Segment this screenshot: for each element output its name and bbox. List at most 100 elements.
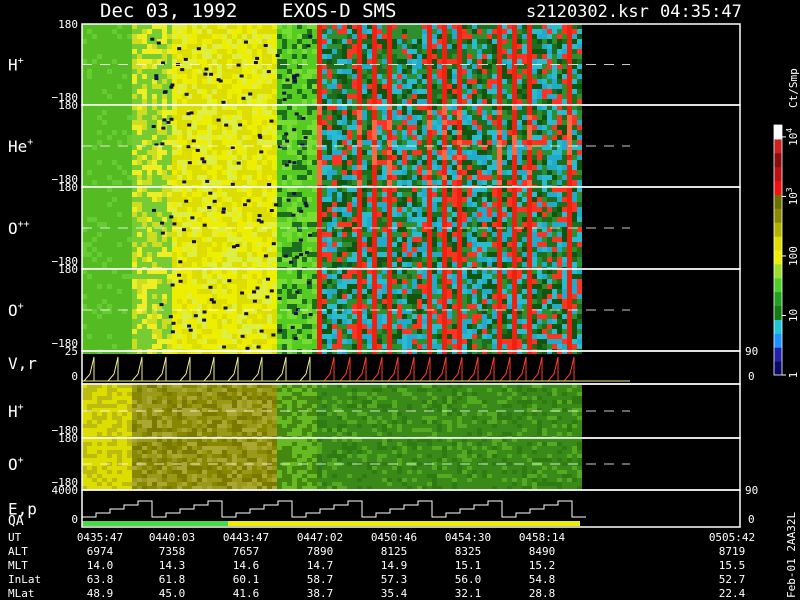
vr-trace [563,356,575,382]
ephem-value: 45.0 [159,587,186,600]
right-tick-bottom: 0 [748,513,755,526]
header-instrument: EXOS-D SMS [282,0,396,22]
vr-trace [83,356,95,382]
colorbar-segment [774,305,782,320]
ephem-value: 57.3 [381,573,408,586]
ephem-value: 8490 [529,545,556,558]
colorbar-segment [774,125,782,140]
ephem-value: 38.7 [307,587,334,600]
y-tick-top: 180 [58,99,78,112]
panel-label-sup: + [18,402,24,413]
vr-trace [355,356,367,382]
ephem-value: 8719 [719,545,746,558]
panel: O+180−180 [8,432,741,491]
ephem-value: 63.8 [87,573,114,586]
ephem-value: 0443:47 [223,531,269,544]
panel-label-sup: + [18,455,24,466]
y-tick-bottom: 0 [71,370,78,383]
panel: O+180−180 [8,263,741,354]
ephem-value: 6974 [87,545,114,558]
y-tick-top: 180 [58,18,78,31]
panels: H+180−180He+180−180O++180−180O+180−180V,… [8,18,758,529]
colorbar-tick-label: 10 [787,309,800,322]
ephem-value: 7358 [159,545,186,558]
ephem-value: 0447:02 [297,531,343,544]
colorbar: 1 10 100 103 104 Ct/Smp [773,68,800,379]
ephem-row-name: UT [8,531,22,544]
panel-label-sup: + [18,56,24,67]
ephem-value: 28.8 [529,587,556,600]
colorbar-tick-sup: 3 [785,187,794,192]
panel: He+180−180 [8,99,741,190]
panel: V,r 25 0 90 0 [8,345,758,385]
colorbar-tick-label: 100 [787,246,800,266]
colorbar-segment [774,319,782,334]
colorbar-unit: Ct/Smp [787,68,800,108]
exos-d-sms-spectrogram: Dec 03, 1992 EXOS-D SMS s2120302.ksr 04:… [8,0,800,600]
ephem-value: 7657 [233,545,260,558]
ephem-value: 61.8 [159,573,186,586]
colorbar-segment [774,277,782,293]
y-tick-top: 25 [65,345,78,358]
colorbar-segment [774,236,782,251]
panel-label: V,r [8,354,37,373]
colorbar-segment [774,194,782,209]
vr-trace [275,356,287,382]
colorbar-segment [774,250,782,265]
colorbar-tick-label: 104 [785,128,800,146]
colorbar-segment [774,180,782,195]
panel-label-sup: + [27,137,33,148]
vr-trace [371,356,383,382]
y-tick-bottom: 0 [71,513,78,526]
ephem-value: 56.0 [455,573,482,586]
qa-bar-green [82,521,228,526]
y-tick-top: 180 [58,181,78,194]
header-time: 04:35:47 [660,2,742,22]
colorbar-segment [774,208,782,223]
colorbar-segment [774,347,782,362]
ephemeris-table: UT 0435:47 0440:03 0443:47 0447:02 0450:46 045… [8,531,755,600]
panel: E,pQA40000900 [8,484,758,529]
header-file: s2120302.ksr [526,2,649,22]
vr-trace [227,356,239,382]
colorbar-segment [774,152,782,168]
vr-trace [499,356,511,382]
ephem-value: 58.7 [307,573,334,586]
ephem-value: 15.2 [529,559,556,572]
vr-trace [515,356,527,382]
vr-trace [403,356,415,382]
ephem-value: 48.9 [87,587,114,600]
colorbar-segment [774,333,782,348]
vr-trace [179,356,191,382]
right-tick-bottom: 0 [748,370,755,383]
vr-trace [251,356,263,382]
ephem-value: 22.4 [719,587,746,600]
colorbar-segment [774,138,782,154]
ephem-value: 14.0 [87,559,114,572]
vr-trace [299,356,311,382]
vr-trace [339,356,351,382]
vr-trace [131,356,143,382]
vr-trace [483,356,495,382]
ephem-row-name: ALT [8,545,28,558]
vr-trace [435,356,447,382]
vr-trace [419,356,431,382]
ephem-value: 0505:42 [709,531,755,544]
panel-frame [81,350,741,385]
colorbar-tick-label: 1 [787,372,800,379]
panel: H+180−180 [8,18,741,109]
ephem-value: 41.6 [233,587,260,600]
vr-trace [531,356,543,382]
ephem-value: 7890 [307,545,334,558]
ephem-value: 14.3 [159,559,186,572]
colorbar-tick-sup: 4 [785,128,794,133]
vr-trace [323,356,335,382]
ephem-value: 54.8 [529,573,556,586]
colorbar-segment [774,263,782,279]
panel-label-sup: ++ [18,219,30,230]
colorbar-tick-label: 103 [785,187,800,205]
ephem-value: 0458:14 [519,531,566,544]
panel-label-2: QA [8,514,24,529]
header-date: Dec 03, 1992 [100,0,237,22]
y-tick-top: 180 [58,432,78,445]
